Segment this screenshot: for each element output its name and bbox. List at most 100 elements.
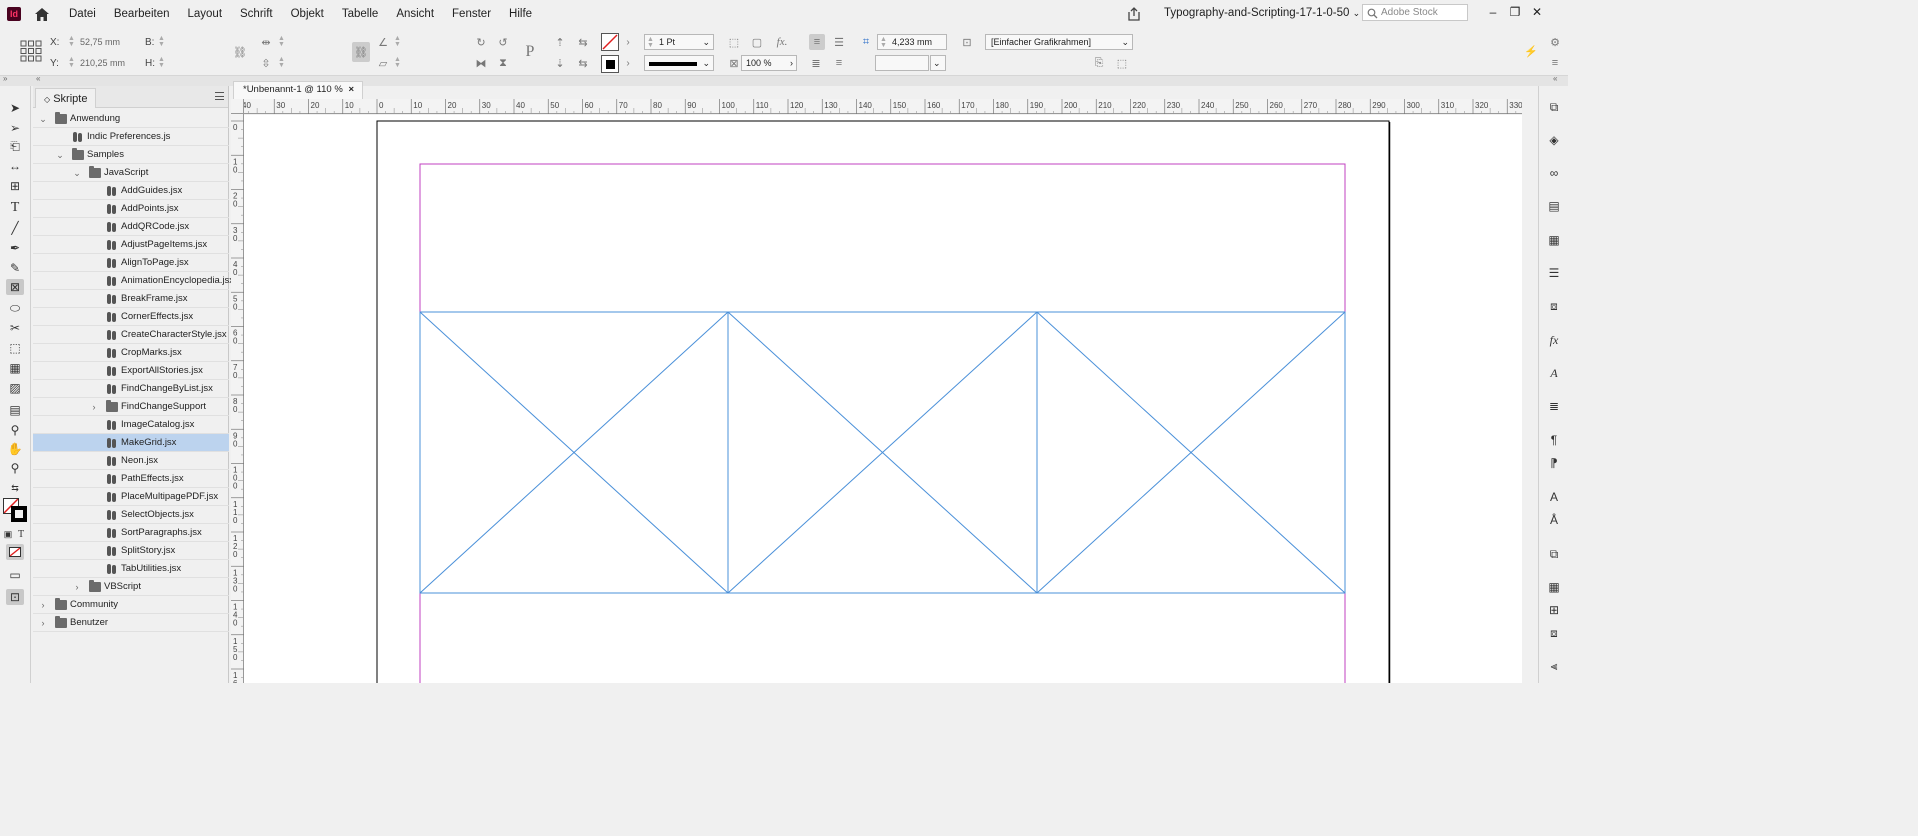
height-field[interactable]: ▲ ▼ bbox=[156, 55, 226, 71]
constrain-scale-icon[interactable]: ⛓ bbox=[352, 42, 370, 62]
shear-field[interactable]: ▲ ▼ bbox=[392, 55, 462, 71]
pages-panel-icon[interactable]: ⧉ bbox=[1547, 100, 1561, 114]
tree-script[interactable]: AddGuides.jsx bbox=[33, 182, 229, 200]
object-style-select[interactable]: [Einfacher Grafikrahmen] ⌄ bbox=[985, 34, 1133, 50]
align-stroke-inside-icon[interactable]: ☰ bbox=[832, 35, 846, 49]
gradient-swatch-tool-icon[interactable]: ▦ bbox=[6, 360, 24, 376]
horizontal-ruler[interactable]: 40 30 20 10 0 10 20 30 40 50 60 70 80 90 100 110 120 130 1… bbox=[239, 99, 1534, 114]
tree-script[interactable]: ExportAllStories.jsx bbox=[33, 362, 229, 380]
line-tool-icon[interactable]: ╱ bbox=[6, 220, 24, 236]
lightning-icon[interactable]: ⚡ bbox=[1524, 44, 1538, 58]
tree-folder[interactable]: › FindChangeSupport bbox=[33, 398, 229, 416]
share-icon[interactable] bbox=[1126, 6, 1142, 22]
redefine-style-icon[interactable]: ⬚ bbox=[1115, 56, 1129, 70]
tree-script[interactable]: CropMarks.jsx bbox=[33, 344, 229, 362]
table-styles-icon[interactable]: ⊞ bbox=[1547, 603, 1561, 617]
restore-icon[interactable]: ❐ bbox=[1504, 2, 1526, 22]
tree-script[interactable]: AdjustPageItems.jsx bbox=[33, 236, 229, 254]
stroke-type-select[interactable]: ⌄ bbox=[644, 55, 714, 71]
text-wrap-panel-icon[interactable]: ≣ bbox=[1547, 399, 1561, 413]
tree-folder[interactable]: › Benutzer bbox=[33, 614, 229, 632]
tree-script[interactable]: Neon.jsx bbox=[33, 452, 229, 470]
tree-folder[interactable]: ⌄ JavaScript bbox=[33, 164, 229, 182]
rotate-cw-icon[interactable]: ↻ bbox=[474, 35, 488, 49]
panel-menu-icon[interactable]: ≡ bbox=[1548, 56, 1562, 70]
corner-shape-select[interactable] bbox=[875, 55, 929, 71]
chevron-right-icon[interactable]: › bbox=[89, 398, 99, 416]
menu-datei[interactable]: Datei bbox=[69, 8, 96, 20]
type-tool-icon[interactable]: T bbox=[6, 200, 24, 216]
tree-script[interactable]: PathEffects.jsx bbox=[33, 470, 229, 488]
chevron-down-icon[interactable]: ⌄ bbox=[72, 164, 82, 182]
menu-ansicht[interactable]: Ansicht bbox=[396, 8, 434, 20]
close-icon[interactable]: ✕ bbox=[1526, 2, 1548, 22]
home-icon[interactable] bbox=[33, 5, 51, 23]
vertical-scrollbar[interactable] bbox=[1522, 99, 1538, 683]
ellipse-tool-icon[interactable]: ⬭ bbox=[6, 300, 24, 316]
tree-script[interactable]: AddPoints.jsx bbox=[33, 200, 229, 218]
links-panel-icon[interactable]: ∞ bbox=[1547, 166, 1561, 180]
direct-selection-tool-icon[interactable]: ➢ bbox=[6, 120, 24, 136]
stroke-swatch-icon[interactable] bbox=[601, 55, 619, 73]
tree-script[interactable]: SplitStory.jsx bbox=[33, 542, 229, 560]
x-field[interactable]: ▲ ▼ 52,75 mm bbox=[66, 34, 136, 50]
adobe-stock-search[interactable]: Adobe Stock bbox=[1362, 4, 1468, 21]
rotate-field[interactable]: ▲ ▼ bbox=[392, 34, 462, 50]
pencil-tool-icon[interactable]: ✎ bbox=[6, 260, 24, 276]
close-icon[interactable]: × bbox=[348, 82, 354, 98]
rectangle-frame-tool-icon[interactable]: ⊠ bbox=[6, 279, 24, 295]
screen-mode-icon[interactable]: ▭ bbox=[6, 567, 24, 583]
y-field[interactable]: ▲ ▼ 210,25 mm bbox=[66, 55, 136, 71]
rotate-ccw-icon[interactable]: ↺ bbox=[496, 35, 510, 49]
stroke-weight-select[interactable]: ▲ ▼ 1 Pt ⌄ bbox=[644, 34, 714, 50]
zoom-tool-icon[interactable]: ⚲ bbox=[6, 460, 24, 476]
tree-script[interactable]: BreakFrame.jsx bbox=[33, 290, 229, 308]
tree-folder[interactable]: › Community bbox=[33, 596, 229, 614]
flip-vertical-icon[interactable]: ⧗ bbox=[496, 56, 510, 70]
select-container-icon[interactable]: ⇡ bbox=[553, 35, 567, 49]
minimize-icon[interactable]: – bbox=[1482, 2, 1504, 22]
workspace-title-dropdown[interactable]: Typography-and-Scripting-17-1-0-50 ⌄ bbox=[1164, 7, 1360, 19]
formatting-container-icon[interactable]: ▣ bbox=[2, 526, 14, 542]
menu-layout[interactable]: Layout bbox=[187, 8, 222, 20]
align-panel-icon[interactable]: ⫷ bbox=[1547, 659, 1561, 673]
collapse-right-dock-icon[interactable]: « bbox=[1553, 74, 1557, 83]
chevron-down-icon[interactable]: ⌄ bbox=[930, 55, 946, 71]
cell-styles-icon[interactable]: ⧈ bbox=[1547, 626, 1561, 640]
tree-script[interactable]: PlaceMultipagePDF.jsx bbox=[33, 488, 229, 506]
stroke-color-icon[interactable] bbox=[11, 506, 27, 522]
menu-tabelle[interactable]: Tabelle bbox=[342, 8, 378, 20]
stroke-panel-icon[interactable]: ▤ bbox=[1547, 199, 1561, 213]
corner-size-field[interactable]: ▲ ▼ 4,233 mm bbox=[877, 34, 947, 50]
tab-document[interactable]: *Unbenannt-1 @ 110 % × bbox=[233, 81, 363, 99]
align-stroke-center-icon[interactable]: ≡ bbox=[809, 34, 825, 50]
character-styles-icon[interactable]: A bbox=[1547, 490, 1561, 504]
menu-bearbeiten[interactable]: Bearbeiten bbox=[114, 8, 170, 20]
apply-none-icon[interactable] bbox=[6, 544, 24, 560]
corner-options-icon[interactable]: ⌗ bbox=[859, 35, 873, 49]
scale-y-field[interactable]: ▲ ▼ bbox=[276, 55, 346, 71]
tree-script[interactable]: MakeGrid.jsx bbox=[33, 434, 229, 452]
menu-objekt[interactable]: Objekt bbox=[291, 8, 324, 20]
swatches-panel-icon[interactable]: ▦ bbox=[1547, 233, 1561, 247]
tree-script[interactable]: ImageCatalog.jsx bbox=[33, 416, 229, 434]
tree-script[interactable]: Indic Preferences.js bbox=[33, 128, 229, 146]
tree-script[interactable]: AlignToPage.jsx bbox=[33, 254, 229, 272]
menu-hilfe[interactable]: Hilfe bbox=[509, 8, 532, 20]
gear-icon[interactable]: ⚙ bbox=[1548, 35, 1562, 49]
note-tool-icon[interactable]: ▤ bbox=[6, 402, 24, 418]
chevron-right-icon[interactable]: › bbox=[621, 56, 635, 70]
table-panel-icon[interactable]: ▦ bbox=[1547, 580, 1561, 594]
content-collector-icon[interactable]: ⊞ bbox=[6, 178, 24, 194]
text-wrap-alt-icon[interactable]: ≡ bbox=[832, 56, 846, 70]
collapse-tools-icon[interactable]: » bbox=[3, 74, 7, 83]
chevron-right-icon[interactable]: › bbox=[72, 578, 82, 596]
chevron-down-icon[interactable]: ⌄ bbox=[55, 146, 65, 164]
free-transform-tool-icon[interactable]: ⬚ bbox=[6, 340, 24, 356]
eyedropper-tool-icon[interactable]: ⚲ bbox=[6, 422, 24, 438]
tree-script[interactable]: CornerEffects.jsx bbox=[33, 308, 229, 326]
formatting-text-icon[interactable]: T bbox=[15, 526, 27, 542]
chevron-down-icon[interactable]: ⌄ bbox=[38, 110, 48, 128]
chevron-right-icon[interactable]: › bbox=[621, 35, 635, 49]
tree-script[interactable]: SelectObjects.jsx bbox=[33, 506, 229, 524]
